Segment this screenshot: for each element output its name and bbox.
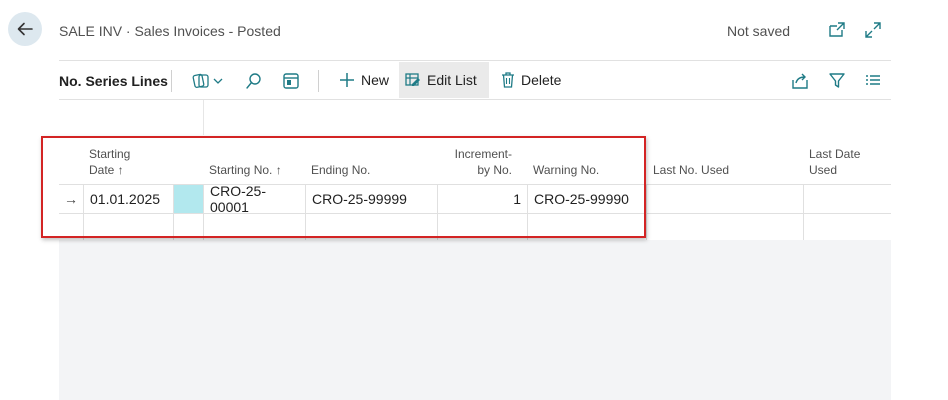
trash-icon: [502, 72, 514, 88]
starting-no-cell[interactable]: [204, 213, 306, 241]
expand-icon[interactable]: [863, 20, 883, 40]
row-selector-arrow[interactable]: →: [59, 185, 84, 213]
column-header-starting-no[interactable]: Starting No. ↑: [209, 162, 282, 178]
last-no-used-cell[interactable]: [647, 185, 804, 213]
column-header-line: Date ↑: [89, 163, 124, 177]
filter-icon: [829, 73, 845, 88]
toolbar-separator: [318, 70, 319, 92]
edit-list-button[interactable]: Edit List: [399, 62, 489, 98]
last-date-used-cell[interactable]: [804, 185, 891, 213]
column-header-last-date-used[interactable]: Last Date Used: [809, 146, 860, 178]
share-button[interactable]: [791, 71, 809, 91]
panel-icon: [283, 73, 299, 89]
toolbar-separator: [171, 70, 172, 92]
column-header-line: by No.: [477, 163, 512, 177]
column-divider: [203, 100, 204, 135]
column-header-line: Used: [809, 163, 838, 177]
new-button[interactable]: New: [333, 62, 395, 98]
arrow-left-icon: [17, 22, 33, 36]
blank-cell[interactable]: [174, 213, 204, 241]
search-button[interactable]: [245, 71, 263, 91]
highlighted-cell[interactable]: [174, 185, 204, 213]
ending-no-cell[interactable]: CRO-25-99999: [306, 185, 438, 213]
toggle-details-button[interactable]: [282, 71, 300, 91]
delete-button-label: Delete: [521, 72, 562, 88]
search-icon: [246, 73, 261, 89]
column-header-warning-no[interactable]: Warning No.: [533, 162, 599, 178]
table-row[interactable]: [59, 213, 891, 242]
part-title: No. Series Lines: [59, 73, 168, 89]
increment-by-no-cell[interactable]: [438, 213, 528, 241]
delete-button[interactable]: Delete: [495, 62, 567, 98]
column-header-line: Last Date: [809, 147, 861, 161]
ending-no-cell[interactable]: [306, 213, 438, 241]
save-status: Not saved: [727, 23, 791, 39]
back-button[interactable]: [8, 12, 42, 46]
starting-no-cell[interactable]: CRO-25-00001: [204, 183, 306, 215]
column-header-line: Starting: [89, 147, 131, 161]
share-icon: [792, 73, 808, 89]
edit-list-icon: [405, 73, 420, 86]
shapes-dropdown-icon: [192, 73, 223, 88]
last-date-used-cell[interactable]: [804, 213, 891, 241]
edit-list-button-label: Edit List: [427, 72, 477, 88]
warning-no-cell[interactable]: CRO-25-99990: [528, 185, 647, 213]
column-header-last-no-used[interactable]: Last No. Used: [653, 162, 729, 178]
row-selector-arrow[interactable]: [59, 213, 84, 241]
increment-by-no-cell[interactable]: 1: [438, 185, 528, 213]
starting-date-cell[interactable]: 01.01.2025: [84, 185, 174, 213]
column-header-ending-no[interactable]: Ending No.: [311, 162, 370, 178]
page-title: SALE INV · Sales Invoices - Posted: [59, 23, 281, 39]
plus-icon: [340, 73, 354, 87]
column-header-line: Increment-: [454, 147, 512, 161]
starting-date-cell[interactable]: [84, 213, 174, 241]
toolbar-bottom-divider: [59, 99, 891, 100]
warning-no-cell[interactable]: [528, 213, 647, 241]
new-button-label: New: [361, 72, 390, 88]
toolbar-top-divider: [59, 60, 891, 61]
table-row[interactable]: → 01.01.2025 CRO-25-00001 CRO-25-99999 1…: [59, 183, 891, 215]
filter-button[interactable]: [828, 71, 846, 91]
list-icon: [866, 75, 880, 85]
column-header-starting-date[interactable]: Starting Date ↑: [89, 146, 130, 178]
column-header-increment-by-no[interactable]: Increment- by No.: [440, 146, 512, 178]
view-options-button[interactable]: [192, 71, 228, 91]
last-no-used-cell[interactable]: [647, 213, 804, 241]
open-in-new-window-icon[interactable]: [827, 20, 847, 40]
list-view-button[interactable]: [864, 71, 882, 91]
grid-empty-area: [59, 240, 891, 400]
